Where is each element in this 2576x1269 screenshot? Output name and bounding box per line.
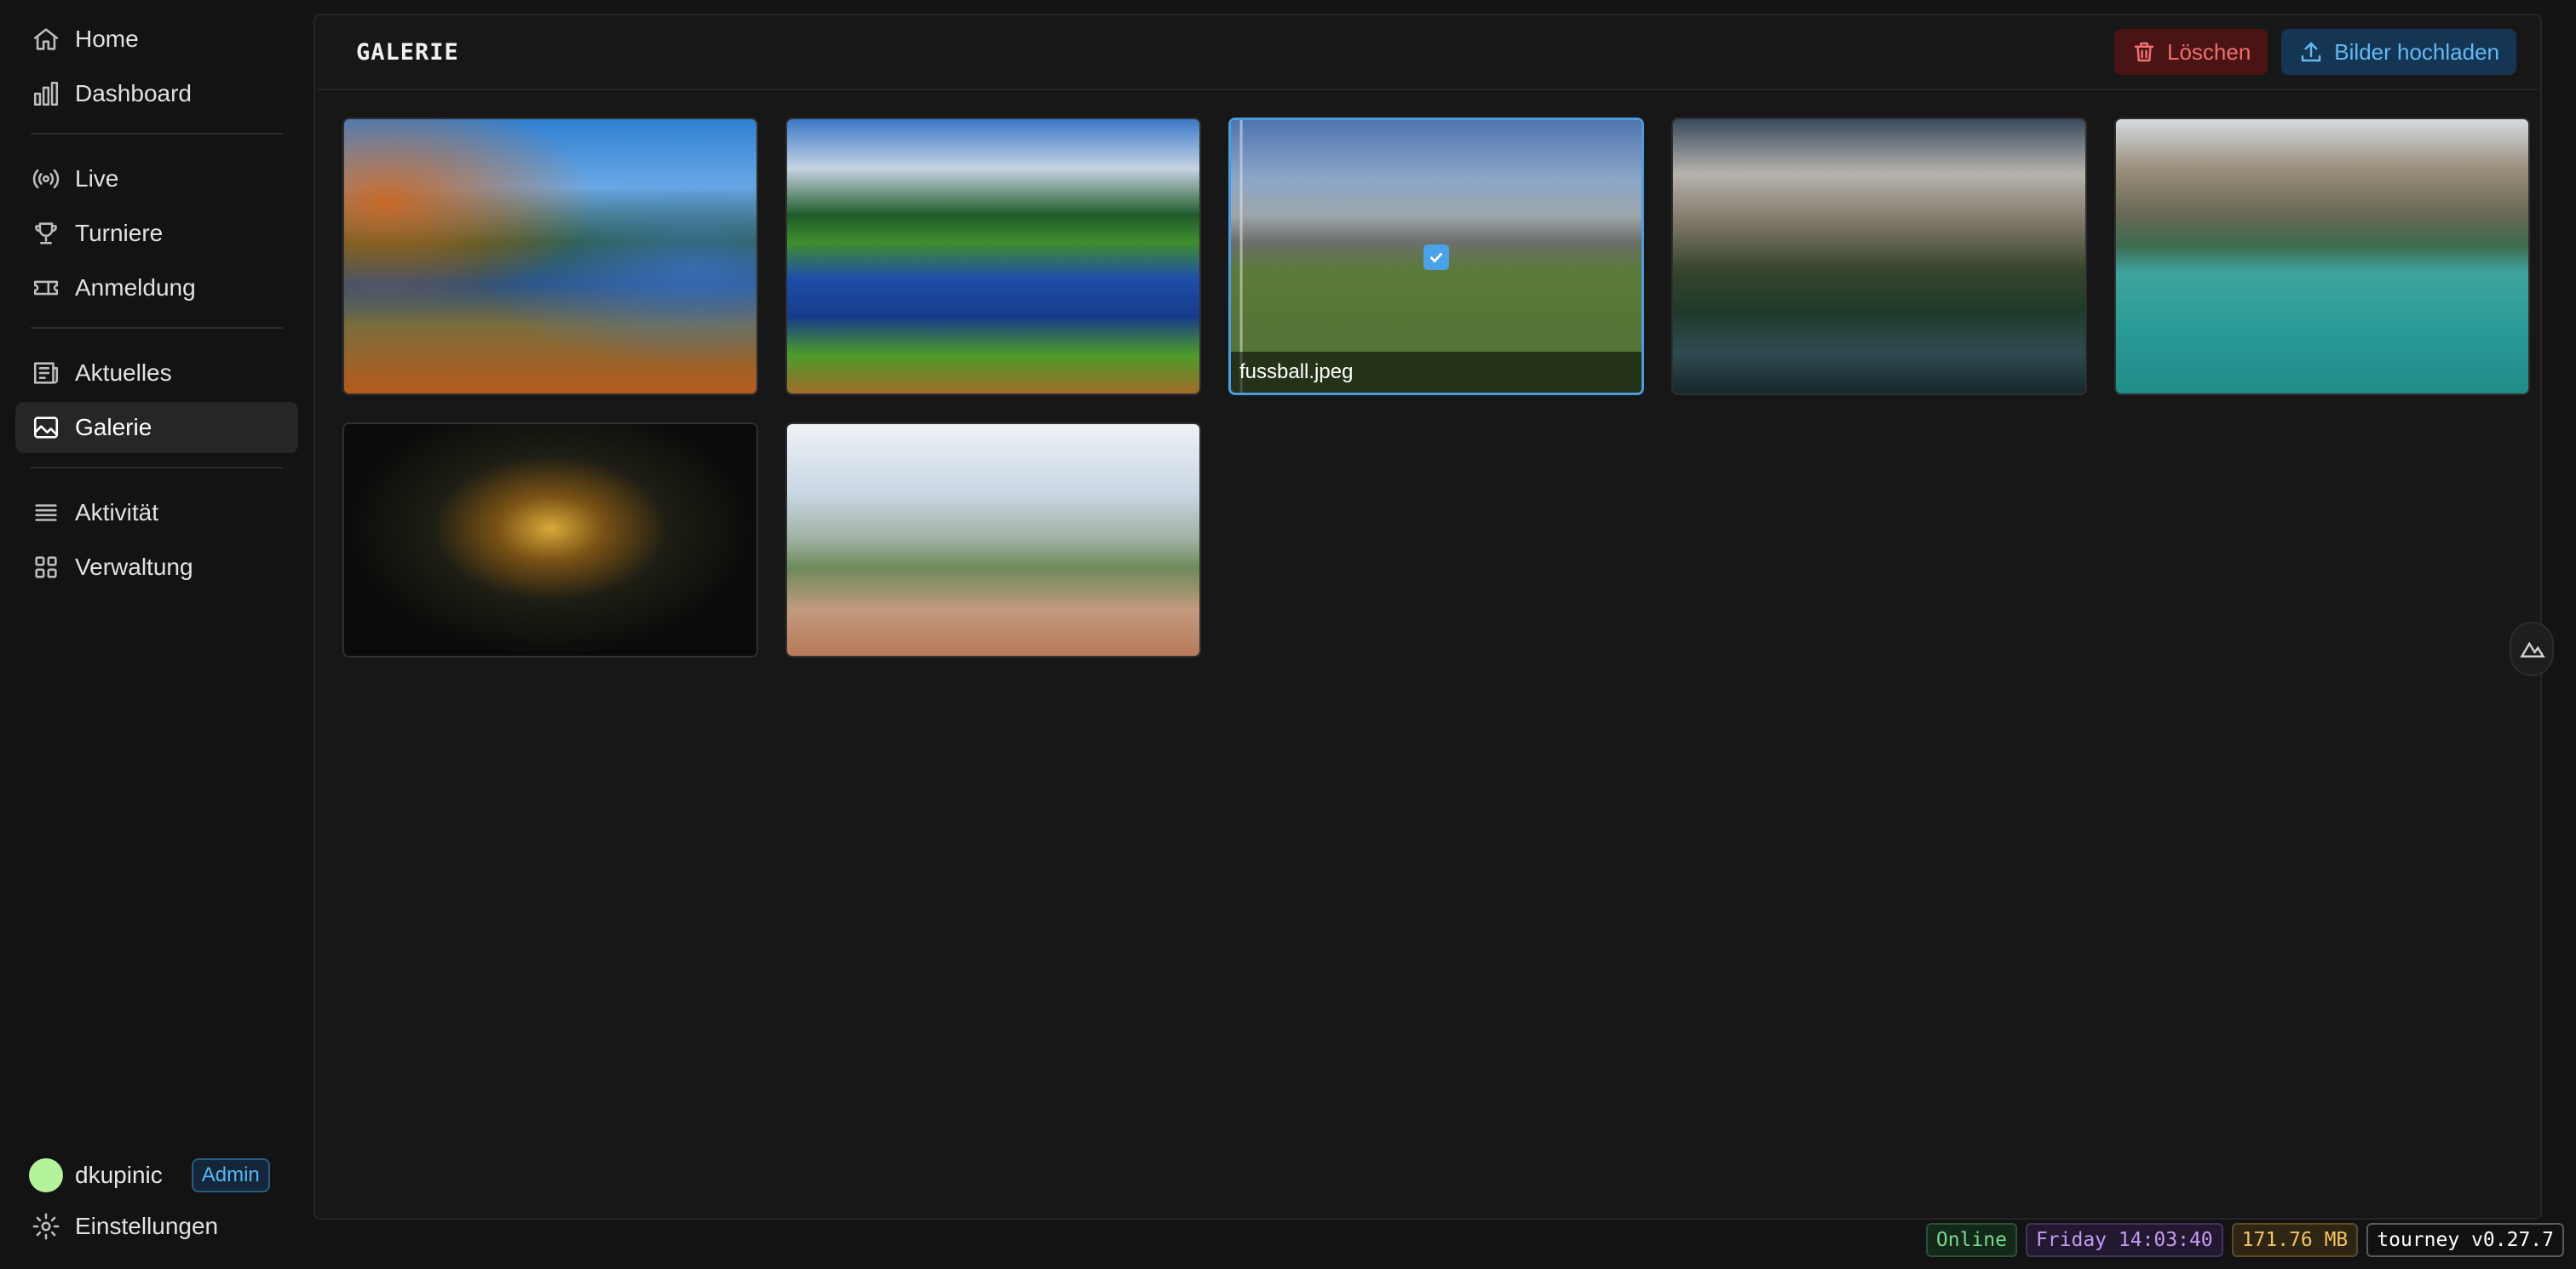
sidebar-item-aktuelles[interactable]: Aktuelles bbox=[15, 347, 298, 399]
sidebar-divider bbox=[31, 467, 283, 468]
broadcast-icon bbox=[31, 164, 61, 194]
user-name: dkupinic bbox=[75, 1162, 163, 1188]
upload-icon bbox=[2302, 42, 2321, 62]
sidebar-item-aktivitaet[interactable]: Aktivität bbox=[15, 487, 298, 538]
sidebar-item-turniere[interactable]: Turniere bbox=[15, 208, 298, 259]
sidebar-item-label: Anmeldung bbox=[75, 274, 196, 301]
sidebar-item-dashboard[interactable]: Dashboard bbox=[15, 68, 298, 119]
delete-button-label: Löschen bbox=[2166, 38, 2251, 65]
sidebar-item-label: Einstellungen bbox=[75, 1213, 219, 1239]
ticket-icon bbox=[31, 273, 61, 303]
grid-icon bbox=[31, 552, 61, 583]
status-bar: Online Friday 14:03:40 171.76 MB tourney… bbox=[1925, 1223, 2564, 1257]
image-caption: fussball.jpeg bbox=[1231, 352, 1642, 393]
bar-chart-icon bbox=[31, 78, 61, 109]
gallery-image-volleyball[interactable] bbox=[785, 422, 1201, 657]
sidebar-item-live[interactable]: Live bbox=[15, 153, 298, 204]
sidebar-item-label: Verwaltung bbox=[75, 554, 193, 580]
gallery-image-turquoise-lake[interactable] bbox=[2114, 118, 2530, 395]
page-header: GALERIE Löschen Bilder hochladen bbox=[315, 15, 2540, 90]
sidebar-item-verwaltung[interactable]: Verwaltung bbox=[15, 542, 298, 593]
app-version: tourney v0.27.7 bbox=[2366, 1223, 2564, 1257]
gallery-image-autumn-lake[interactable] bbox=[342, 118, 758, 395]
trophy-icon bbox=[31, 218, 61, 249]
sidebar-item-label: Turniere bbox=[75, 220, 164, 246]
role-badge: Admin bbox=[191, 1158, 270, 1192]
mountain-icon bbox=[2520, 641, 2545, 657]
upload-button-label: Bilder hochladen bbox=[2334, 38, 2499, 65]
header-actions: Löschen Bilder hochladen bbox=[2113, 29, 2516, 75]
gallery-image-trophy[interactable] bbox=[342, 422, 758, 657]
avatar bbox=[29, 1158, 63, 1192]
sidebar-item-label: Aktuelles bbox=[75, 359, 172, 386]
sidebar-item-label: Aktivität bbox=[75, 499, 159, 525]
gallery-image-mountain-lake[interactable] bbox=[785, 118, 1201, 395]
side-panel-toggle[interactable] bbox=[2510, 622, 2554, 676]
list-icon bbox=[31, 497, 61, 528]
newspaper-icon bbox=[31, 358, 61, 388]
gear-icon bbox=[31, 1211, 61, 1242]
sidebar-item-label: Live bbox=[75, 165, 119, 192]
sidebar: Home Dashboard Live Turniere Anmeldung A… bbox=[0, 0, 313, 1269]
gallery-image-fussball[interactable]: fussball.jpeg bbox=[1228, 118, 1644, 395]
sidebar-item-settings[interactable]: Einstellungen bbox=[15, 1201, 298, 1252]
main-panel: GALERIE Löschen Bilder hochladen fussbal… bbox=[313, 14, 2554, 1220]
sidebar-item-galerie[interactable]: Galerie bbox=[15, 402, 298, 453]
sidebar-item-label: Dashboard bbox=[75, 80, 192, 106]
selected-checkmark-icon[interactable] bbox=[1423, 244, 1449, 270]
trash-icon bbox=[2134, 42, 2154, 62]
sidebar-divider bbox=[31, 327, 283, 329]
clock: Friday 14:03:40 bbox=[2025, 1223, 2223, 1257]
sidebar-item-home[interactable]: Home bbox=[15, 14, 298, 65]
user-profile[interactable]: dkupinic Admin bbox=[15, 1150, 298, 1201]
sidebar-item-label: Home bbox=[75, 26, 139, 52]
gallery-image-dolomites-lake[interactable] bbox=[1671, 118, 2087, 395]
connection-status: Online bbox=[1925, 1223, 2017, 1257]
sidebar-footer: dkupinic Admin Einstellungen bbox=[15, 1150, 298, 1255]
delete-button[interactable]: Löschen bbox=[2113, 29, 2268, 75]
home-icon bbox=[31, 24, 61, 55]
sidebar-item-anmeldung[interactable]: Anmeldung bbox=[15, 262, 298, 313]
sidebar-item-label: Galerie bbox=[75, 414, 152, 440]
upload-button[interactable]: Bilder hochladen bbox=[2281, 29, 2516, 75]
memory-usage: 171.76 MB bbox=[2231, 1223, 2359, 1257]
page-title: GALERIE bbox=[356, 38, 459, 66]
sidebar-divider bbox=[31, 133, 283, 135]
image-icon bbox=[31, 412, 61, 443]
